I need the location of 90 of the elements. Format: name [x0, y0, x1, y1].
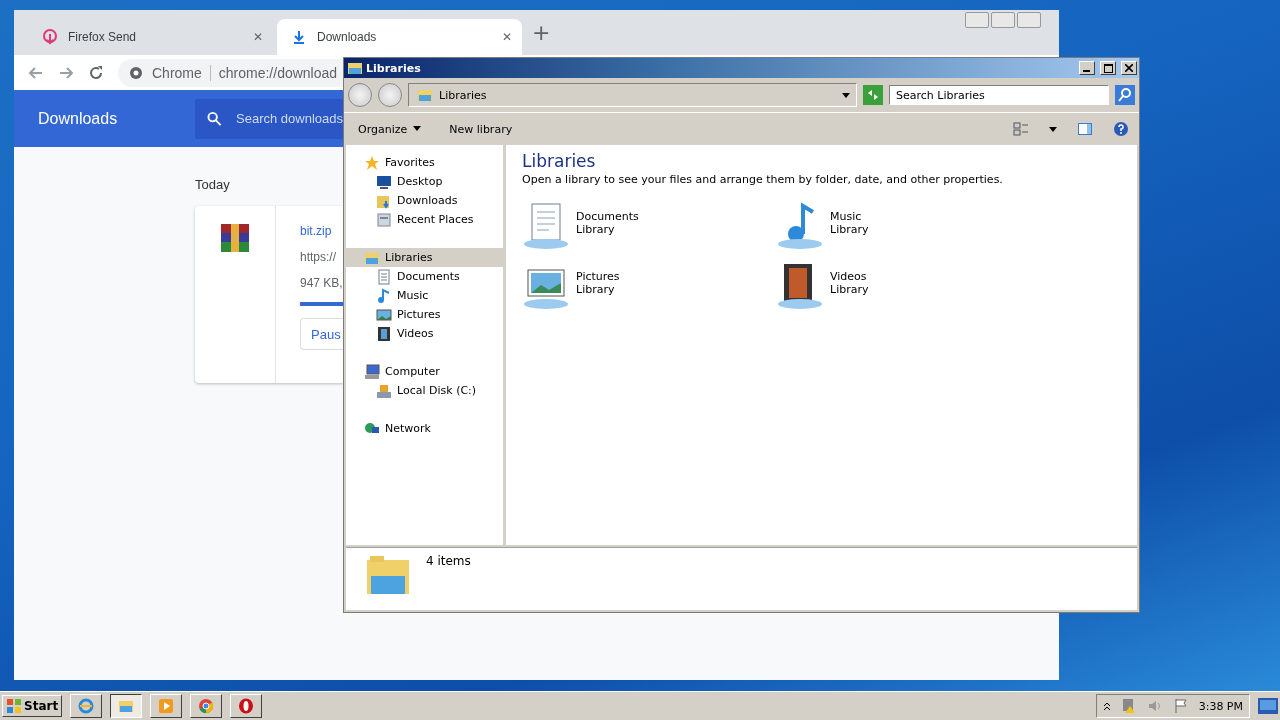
- maximize-button[interactable]: [1100, 61, 1116, 75]
- media-player-icon: [158, 698, 175, 714]
- nav-item[interactable]: Favorites: [346, 153, 503, 172]
- disk-icon: [376, 382, 392, 399]
- back-icon[interactable]: [28, 64, 44, 81]
- window-title: Libraries: [366, 61, 422, 75]
- nav-item[interactable]: Music: [346, 286, 503, 305]
- library-folder-icon: [366, 554, 410, 596]
- archive-icon: [219, 222, 251, 254]
- picture-icon: [376, 306, 392, 323]
- start-button[interactable]: Start: [2, 695, 63, 717]
- file-size: 947 KB,: [300, 276, 343, 290]
- nav-item[interactable]: Desktop: [346, 172, 503, 191]
- close-icon[interactable]: ✕: [502, 30, 512, 44]
- show-desktop-icon[interactable]: [1258, 698, 1278, 714]
- search-icon[interactable]: [1115, 85, 1135, 105]
- section-heading: Today: [195, 177, 230, 192]
- opera-icon: [238, 698, 255, 714]
- library-type: Library: [576, 223, 616, 236]
- clock: 3:38 PM: [1198, 699, 1243, 713]
- caret-icon: [413, 126, 422, 132]
- film-icon: [776, 262, 824, 310]
- item-count: 4 items: [426, 554, 471, 568]
- library-name[interactable]: Documents: [576, 210, 639, 223]
- toolbar-button[interactable]: Organize: [354, 120, 426, 138]
- file-link[interactable]: bit.zip: [300, 224, 332, 238]
- nav-item[interactable]: Pictures: [346, 305, 503, 324]
- close-icon[interactable]: ✕: [253, 30, 263, 44]
- taskbar-button[interactable]: [110, 694, 143, 718]
- nav-item[interactable]: Libraries: [346, 248, 503, 267]
- network-warning-icon[interactable]: [1120, 698, 1137, 714]
- library-type: Library: [830, 283, 869, 296]
- restore-button[interactable]: [991, 12, 1015, 28]
- view-options-icon[interactable]: [1013, 121, 1029, 137]
- library-type: Library: [830, 223, 869, 236]
- library-folder-icon: [347, 60, 363, 76]
- browser-tab[interactable]: Downloads ✕: [277, 19, 522, 55]
- toolbar-button[interactable]: New library: [445, 120, 517, 138]
- chrome-page-icon: [128, 64, 144, 81]
- library-type: Library: [576, 283, 616, 296]
- nav-item[interactable]: Computer: [346, 362, 503, 381]
- nav-item[interactable]: Network: [346, 419, 503, 438]
- reload-icon[interactable]: [88, 64, 104, 81]
- monitor-icon: [376, 173, 392, 190]
- windows-logo-icon: [6, 698, 22, 714]
- music-note-icon: [776, 202, 824, 250]
- preview-pane-icon[interactable]: [1077, 121, 1093, 137]
- new-tab-button[interactable]: +: [532, 20, 551, 45]
- search-field[interactable]: Search downloads: [195, 98, 343, 139]
- address-bar[interactable]: Chrome chrome://download: [118, 58, 343, 87]
- film-icon: [376, 325, 392, 342]
- help-icon[interactable]: [1113, 121, 1129, 137]
- computer-icon: [364, 363, 380, 380]
- maximize-icon: [1103, 63, 1113, 73]
- library-name[interactable]: Pictures: [576, 270, 620, 283]
- browser-tab[interactable]: Firefox Send ✕: [28, 19, 273, 55]
- flag-icon[interactable]: [1172, 698, 1189, 714]
- content-heading: Libraries: [522, 151, 597, 171]
- library-name[interactable]: Videos: [830, 270, 869, 283]
- music-note-icon: [376, 287, 392, 304]
- close-icon: [1125, 64, 1133, 72]
- search-field[interactable]: Search Libraries: [889, 85, 1109, 105]
- nav-item[interactable]: Videos: [346, 324, 503, 343]
- send-logo-icon: [42, 29, 58, 45]
- download-icon: [291, 29, 307, 45]
- nav-item[interactable]: Local Disk (C:): [346, 381, 503, 400]
- page-title: Downloads: [38, 110, 118, 127]
- document-icon: [376, 268, 392, 285]
- folder-icon: [118, 698, 135, 714]
- content-description: Open a library to see your files and arrange them by folder, date, and other properties.: [522, 173, 1004, 186]
- document-icon: [522, 202, 570, 250]
- chrome-icon: [198, 698, 215, 714]
- library-folder-icon: [417, 87, 433, 103]
- nav-item[interactable]: Downloads: [346, 191, 503, 210]
- dropdown-icon[interactable]: [1049, 125, 1057, 133]
- search-icon: [207, 110, 223, 127]
- nav-item[interactable]: Documents: [346, 267, 503, 286]
- source-url: https://: [300, 250, 337, 264]
- star-icon: [364, 154, 380, 171]
- recent-places-icon: [376, 211, 392, 228]
- nav-item[interactable]: Recent Places: [346, 210, 503, 229]
- library-name[interactable]: Music: [830, 210, 869, 223]
- forward-icon[interactable]: [58, 64, 74, 81]
- pause-button[interactable]: Paus: [300, 318, 343, 350]
- refresh-icon[interactable]: [863, 85, 883, 105]
- address-bar[interactable]: Libraries: [408, 83, 857, 107]
- back-button[interactable]: [348, 83, 372, 107]
- forward-button[interactable]: [378, 83, 402, 107]
- internet-explorer-icon: [78, 698, 95, 714]
- chevron-icon[interactable]: [1102, 701, 1111, 711]
